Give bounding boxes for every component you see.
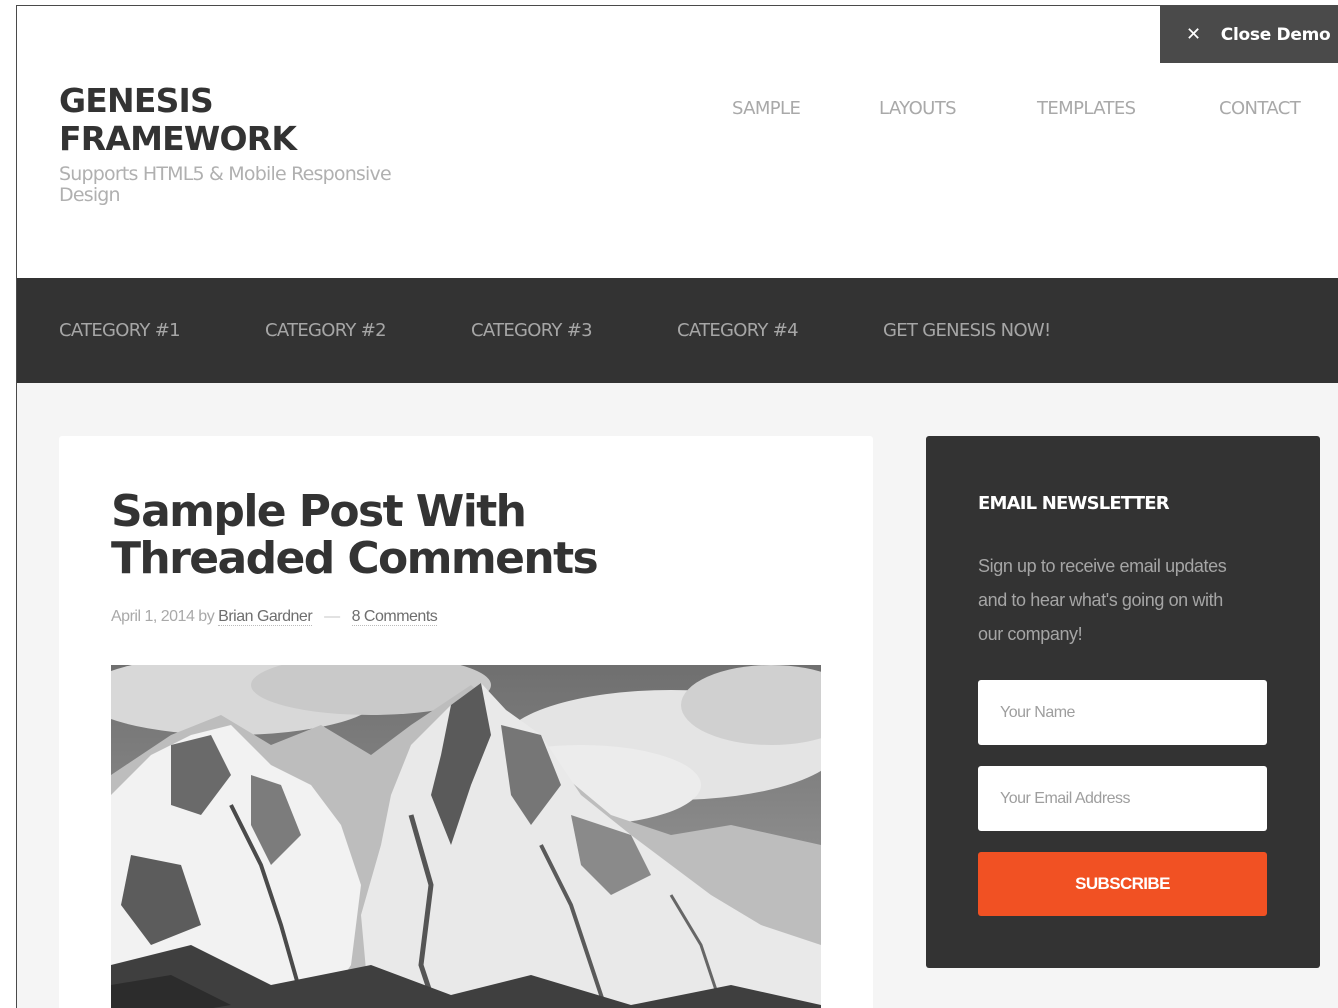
post-featured-image[interactable]	[111, 665, 821, 1008]
post-card: Sample Post With Threaded Comments April…	[59, 436, 873, 1008]
header-nav: SAMPLE LAYOUTS TEMPLATES CONTACT	[17, 98, 1338, 122]
close-icon: ✕	[1186, 24, 1201, 45]
post-title[interactable]: Sample Post With Threaded Comments	[111, 488, 751, 582]
site-header: GENESIS FRAMEWORK Supports HTML5 & Mobil…	[17, 6, 1338, 278]
site-description: Supports HTML5 & Mobile Responsive Desig…	[59, 163, 392, 206]
browser-frame: GENESIS FRAMEWORK Supports HTML5 & Mobil…	[16, 5, 1338, 1008]
post-author-link[interactable]: Brian Gardner	[218, 608, 313, 626]
close-demo-button[interactable]: ✕ Close Demo	[1160, 6, 1338, 63]
post-meta: April 1, 2014 by Brian Gardner — 8 Comme…	[111, 608, 438, 626]
category-item-4[interactable]: CATEGORY #4	[677, 320, 799, 341]
post-date: April 1, 2014	[111, 608, 195, 625]
post-comments-link[interactable]: 8 Comments	[351, 608, 438, 626]
newsletter-text: Sign up to receive email updates and to …	[978, 556, 1227, 644]
meta-separator: —	[324, 608, 340, 625]
category-item-2[interactable]: CATEGORY #2	[265, 320, 387, 341]
newsletter-widget: EMAIL NEWSLETTER Sign up to receive emai…	[926, 436, 1320, 968]
name-field[interactable]	[978, 680, 1267, 745]
subscribe-button[interactable]: SUBSCRIBE	[978, 852, 1267, 916]
email-field[interactable]	[978, 766, 1267, 831]
mountain-image	[111, 665, 821, 1008]
close-demo-label: Close Demo	[1220, 24, 1331, 45]
nav-item-contact[interactable]: CONTACT	[1219, 98, 1301, 119]
post-by: by	[198, 608, 215, 625]
nav-item-sample[interactable]: SAMPLE	[732, 98, 801, 119]
get-genesis-link[interactable]: GET GENESIS NOW!	[883, 320, 1051, 341]
category-item-1[interactable]: CATEGORY #1	[59, 320, 181, 341]
nav-item-templates[interactable]: TEMPLATES	[1037, 98, 1136, 119]
newsletter-title: EMAIL NEWSLETTER	[978, 493, 1170, 514]
nav-item-layouts[interactable]: LAYOUTS	[879, 98, 957, 119]
category-nav: CATEGORY #1 CATEGORY #2 CATEGORY #3 CATE…	[17, 278, 1338, 383]
category-item-3[interactable]: CATEGORY #3	[471, 320, 593, 341]
